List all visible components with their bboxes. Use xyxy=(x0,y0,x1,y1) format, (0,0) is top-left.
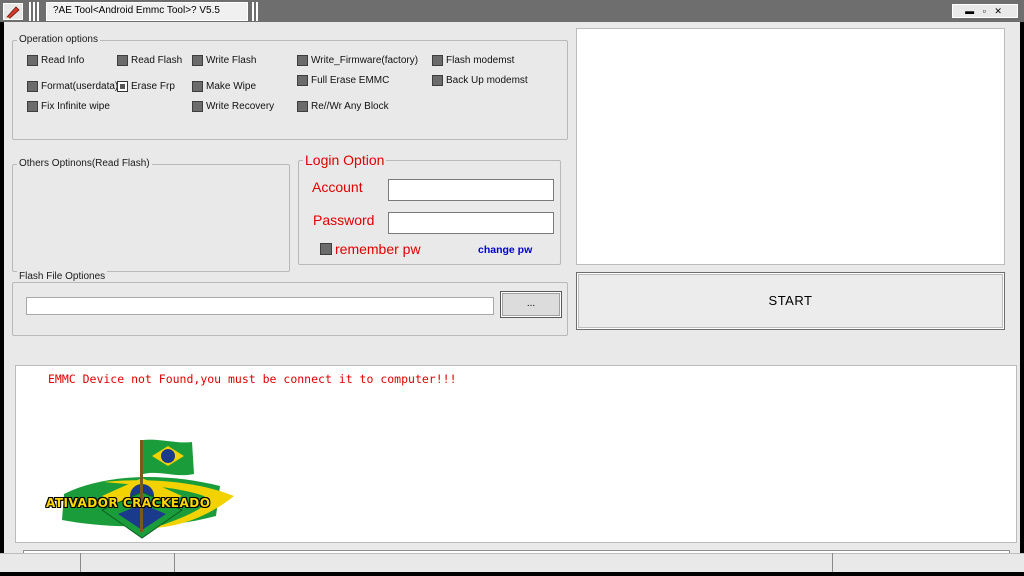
flash-file-label: Flash File Optiones xyxy=(17,271,108,282)
window-title: ?AE Tool<Android Emmc Tool>? V5.5 xyxy=(46,2,248,21)
erase-frp-checkbox[interactable]: Erase Frp xyxy=(117,81,175,92)
checkbox-box[interactable] xyxy=(432,75,443,86)
checkbox-box[interactable] xyxy=(320,243,332,255)
fix-infinite-wipe-checkbox[interactable]: Fix Infinite wipe xyxy=(27,101,110,112)
read-flash-checkbox[interactable]: Read Flash xyxy=(117,55,182,66)
checkbox-label: Read Flash xyxy=(131,55,183,66)
remember-pw-checkbox[interactable]: remember pw xyxy=(320,241,421,257)
checkbox-label: Erase Frp xyxy=(131,81,175,92)
title-decor xyxy=(37,2,39,21)
others-options-label: Others Optinons(Read Flash) xyxy=(17,158,152,169)
write-recovery-checkbox[interactable]: Write Recovery xyxy=(192,101,274,112)
checkbox-label: Full Erase EMMC xyxy=(311,75,390,86)
login-option-label: Login Option xyxy=(303,152,387,168)
checkbox-box[interactable] xyxy=(297,55,308,66)
checkbox-box[interactable] xyxy=(27,55,38,66)
title-bar: ?AE Tool<Android Emmc Tool>? V5.5 ▬ ▫ ✕ xyxy=(0,0,1024,22)
browse-button[interactable]: ... xyxy=(500,291,562,318)
back-up-modemst-checkbox[interactable]: Back Up modemst xyxy=(432,75,528,86)
checkbox-box[interactable] xyxy=(297,101,308,112)
checkbox-label: Write_Firmware(factory) xyxy=(311,55,419,66)
checkbox-label: Re//Wr Any Block xyxy=(311,101,389,112)
checkbox-label: Format(userdata) xyxy=(41,81,119,92)
account-label: Account xyxy=(312,179,363,195)
title-decor xyxy=(29,2,31,21)
rewr-any-block-checkbox[interactable]: Re//Wr Any Block xyxy=(297,101,389,112)
password-input[interactable] xyxy=(388,212,554,234)
checkbox-box[interactable] xyxy=(117,81,128,92)
status-divider xyxy=(80,553,81,572)
start-button[interactable]: START xyxy=(576,272,1005,330)
account-input[interactable] xyxy=(388,179,554,201)
checkbox-label: Read Info xyxy=(41,55,85,66)
checkbox-box[interactable] xyxy=(192,101,203,112)
window-controls[interactable]: ▬ ▫ ✕ xyxy=(952,4,1018,18)
checkbox-box[interactable] xyxy=(192,81,203,92)
log-message: EMMC Device not Found,you must be connec… xyxy=(48,372,457,386)
password-label: Password xyxy=(313,212,375,228)
title-decor xyxy=(256,2,258,21)
checkbox-box[interactable] xyxy=(192,55,203,66)
flash-file-path-input[interactable] xyxy=(26,297,494,315)
checkbox-box[interactable] xyxy=(27,81,38,92)
log-output: EMMC Device not Found,you must be connec… xyxy=(15,365,1017,543)
checkbox-label: Fix Infinite wipe xyxy=(41,101,110,112)
checkbox-label: Back Up modemst xyxy=(446,75,528,86)
operation-options-label: Operation options xyxy=(17,34,100,45)
checkbox-box[interactable] xyxy=(117,55,128,66)
full-erase-emmc-checkbox[interactable]: Full Erase EMMC xyxy=(297,75,389,86)
checkbox-label: Write Recovery xyxy=(206,101,275,112)
checkbox-box[interactable] xyxy=(432,55,443,66)
checkbox-label: Make Wipe xyxy=(206,81,257,92)
main-window: Operation options Read Info Read Flash W… xyxy=(4,22,1020,572)
format-userdata-checkbox[interactable]: Format(userdata) xyxy=(27,81,118,92)
title-decor xyxy=(252,2,254,21)
title-decor xyxy=(33,2,35,21)
logo-text: ATIVADOR CRACKEADO xyxy=(46,496,211,510)
logo: ATIVADOR CRACKEADO xyxy=(44,434,240,542)
status-divider xyxy=(832,553,833,572)
remember-pw-label: remember pw xyxy=(335,241,421,257)
checkbox-box[interactable] xyxy=(27,101,38,112)
status-bar xyxy=(0,553,1024,572)
write-flash-checkbox[interactable]: Write Flash xyxy=(192,55,256,66)
make-wipe-checkbox[interactable]: Make Wipe xyxy=(192,81,256,92)
read-info-checkbox[interactable]: Read Info xyxy=(27,55,84,66)
flash-modemst-checkbox[interactable]: Flash modemst xyxy=(432,55,514,66)
others-options-group xyxy=(12,164,290,272)
write-firmware-checkbox[interactable]: Write_Firmware(factory) xyxy=(297,55,418,66)
checkbox-label: Flash modemst xyxy=(446,55,515,66)
status-divider xyxy=(174,553,175,572)
checkbox-box[interactable] xyxy=(297,75,308,86)
app-pencil-icon[interactable] xyxy=(3,3,23,20)
info-panel xyxy=(576,28,1005,265)
change-pw-link[interactable]: change pw xyxy=(478,244,532,256)
brazil-flag-logo-icon xyxy=(62,439,234,539)
checkbox-label: Write Flash xyxy=(206,55,257,66)
